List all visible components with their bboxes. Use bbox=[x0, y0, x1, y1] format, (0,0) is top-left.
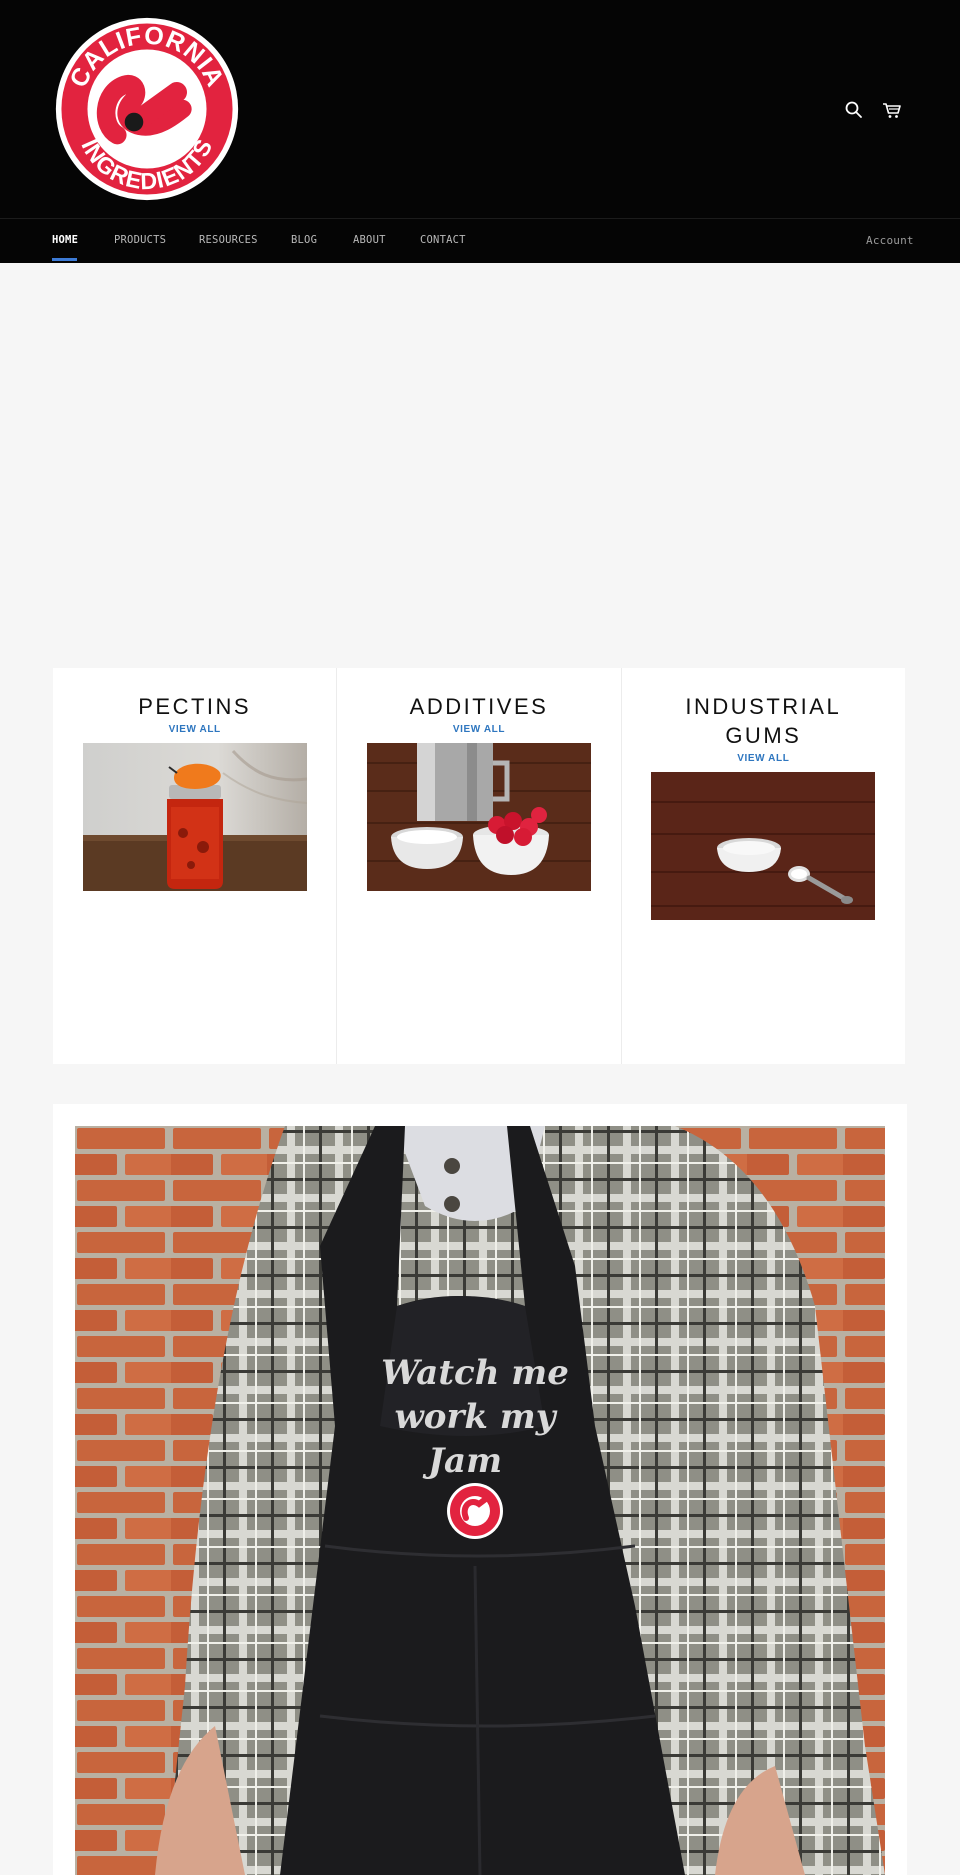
california-ingredients-logo[interactable]: CALIFORNIA INGREDIENTS bbox=[54, 16, 240, 202]
pectins-image[interactable] bbox=[82, 743, 307, 891]
site-header: CALIFORNIA INGREDIENTS bbox=[0, 0, 960, 218]
collection-grid: PECTINS VIEW ALL ADDITIVES VIEW ALL INDU… bbox=[53, 668, 905, 1064]
nav-item-about[interactable]: ABOUT bbox=[353, 234, 386, 246]
view-all-link[interactable]: VIEW ALL bbox=[337, 724, 620, 735]
view-all-link[interactable]: VIEW ALL bbox=[622, 753, 905, 764]
apron-photo: Watch me work my Jam bbox=[75, 1126, 885, 1875]
featured-section: Watch me work my Jam bbox=[53, 1104, 907, 1875]
cart-icon[interactable] bbox=[880, 98, 904, 122]
nav-item-resources[interactable]: RESOURCES bbox=[199, 234, 258, 246]
apron-product-image[interactable]: Watch me work my Jam bbox=[75, 1126, 885, 1875]
industrial-gums-image[interactable] bbox=[651, 772, 876, 920]
account-link[interactable]: Account bbox=[866, 234, 914, 247]
additives-image[interactable] bbox=[366, 743, 591, 891]
collection-card-industrial-gums[interactable]: INDUSTRIAL GUMS VIEW ALL bbox=[622, 668, 905, 1064]
svg-text:Watch me: Watch me bbox=[381, 1353, 569, 1393]
collection-card-additives[interactable]: ADDITIVES VIEW ALL bbox=[337, 668, 622, 1064]
nav-item-home[interactable]: HOME bbox=[52, 234, 78, 246]
main-navigation: HOME PRODUCTS RESOURCES BLOG ABOUT CONTA… bbox=[0, 218, 960, 263]
collection-title: ADDITIVES bbox=[409, 694, 549, 719]
collection-title: INDUSTRIAL GUMS bbox=[685, 694, 842, 748]
svg-text:work my: work my bbox=[395, 1397, 558, 1437]
nav-item-products[interactable]: PRODUCTS bbox=[114, 234, 166, 246]
collection-title: PECTINS bbox=[138, 694, 252, 719]
nav-active-indicator bbox=[52, 258, 77, 261]
collection-card-pectins[interactable]: PECTINS VIEW ALL bbox=[53, 668, 338, 1064]
view-all-link[interactable]: VIEW ALL bbox=[53, 724, 336, 735]
svg-text:Jam: Jam bbox=[422, 1441, 502, 1481]
nav-item-blog[interactable]: BLOG bbox=[291, 234, 317, 246]
nav-item-contact[interactable]: CONTACT bbox=[420, 234, 466, 246]
search-icon[interactable] bbox=[842, 98, 866, 122]
